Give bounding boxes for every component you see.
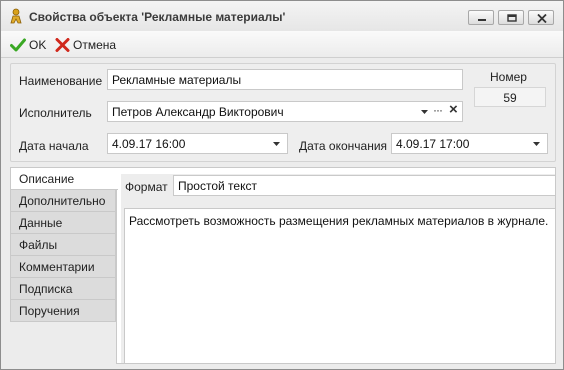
name-label: Наименование bbox=[19, 74, 103, 88]
maximize-button[interactable] bbox=[498, 10, 524, 25]
tab-data[interactable]: Данные bbox=[10, 212, 116, 234]
maximize-icon bbox=[507, 14, 517, 22]
cross-icon bbox=[55, 38, 70, 52]
tab-description[interactable]: Описание bbox=[10, 167, 118, 190]
close-button[interactable] bbox=[528, 10, 554, 25]
toolbar: OK Отмена bbox=[1, 31, 563, 58]
end-date-picker[interactable]: 4.09.17 17:00 bbox=[391, 133, 548, 154]
executor-combobox[interactable]: Петров Александр Викторович ··· × bbox=[107, 101, 463, 122]
ok-label: OK bbox=[29, 38, 47, 52]
name-input[interactable]: Рекламные материалы bbox=[107, 69, 463, 90]
number-value: 59 bbox=[503, 91, 517, 105]
chevron-down-icon[interactable] bbox=[421, 110, 428, 114]
name-value: Рекламные материалы bbox=[112, 73, 242, 87]
tab-files[interactable]: Файлы bbox=[10, 234, 116, 256]
executor-label: Исполнитель bbox=[19, 106, 92, 120]
person-icon bbox=[9, 8, 23, 24]
ellipsis-button[interactable]: ··· bbox=[433, 103, 443, 117]
format-value: Простой текст bbox=[178, 179, 257, 193]
object-header-panel: Наименование Рекламные материалы Номер 5… bbox=[10, 63, 556, 162]
start-date-picker[interactable]: 4.09.17 16:00 bbox=[107, 133, 288, 154]
tab-comments[interactable]: Комментарии bbox=[10, 256, 116, 278]
tab-assignments[interactable]: Поручения bbox=[10, 300, 116, 322]
format-label: Формат bbox=[125, 180, 168, 194]
minimize-button[interactable] bbox=[468, 10, 494, 25]
start-date-value: 4.09.17 16:00 bbox=[112, 137, 186, 151]
tab-subscription[interactable]: Подписка bbox=[10, 278, 116, 300]
number-field: 59 bbox=[474, 87, 546, 107]
chevron-down-icon[interactable] bbox=[273, 142, 280, 146]
check-icon bbox=[10, 38, 26, 52]
tab-content-description: Формат Простой текст Рассмотреть возможн… bbox=[116, 167, 556, 364]
end-date-value: 4.09.17 17:00 bbox=[396, 137, 470, 151]
executor-value: Петров Александр Викторович bbox=[112, 105, 284, 119]
description-textarea[interactable]: Рассмотреть возможность размещения рекла… bbox=[124, 208, 555, 363]
properties-window: Свойства объекта 'Рекламные материалы' O… bbox=[0, 0, 564, 370]
start-date-label: Дата начала bbox=[19, 139, 89, 153]
close-icon bbox=[537, 14, 547, 23]
end-date-label: Дата окончания bbox=[299, 139, 388, 153]
cancel-label: Отмена bbox=[73, 38, 117, 52]
window-title: Свойства объекта 'Рекламные материалы' bbox=[29, 10, 286, 24]
minimize-icon bbox=[478, 19, 486, 21]
format-selector[interactable]: Простой текст bbox=[173, 175, 555, 196]
tab-additional[interactable]: Дополнительно bbox=[10, 190, 116, 212]
chevron-down-icon[interactable] bbox=[533, 142, 540, 146]
clear-button[interactable]: × bbox=[449, 102, 458, 118]
description-panel: Формат Простой текст Рассмотреть возможн… bbox=[121, 174, 555, 363]
description-text: Рассмотреть возможность размещения рекла… bbox=[129, 214, 549, 228]
ok-button[interactable]: OK bbox=[10, 36, 46, 54]
number-label: Номер bbox=[490, 70, 527, 84]
cancel-button[interactable]: Отмена bbox=[55, 36, 116, 54]
title-bar[interactable]: Свойства объекта 'Рекламные материалы' bbox=[1, 1, 563, 31]
